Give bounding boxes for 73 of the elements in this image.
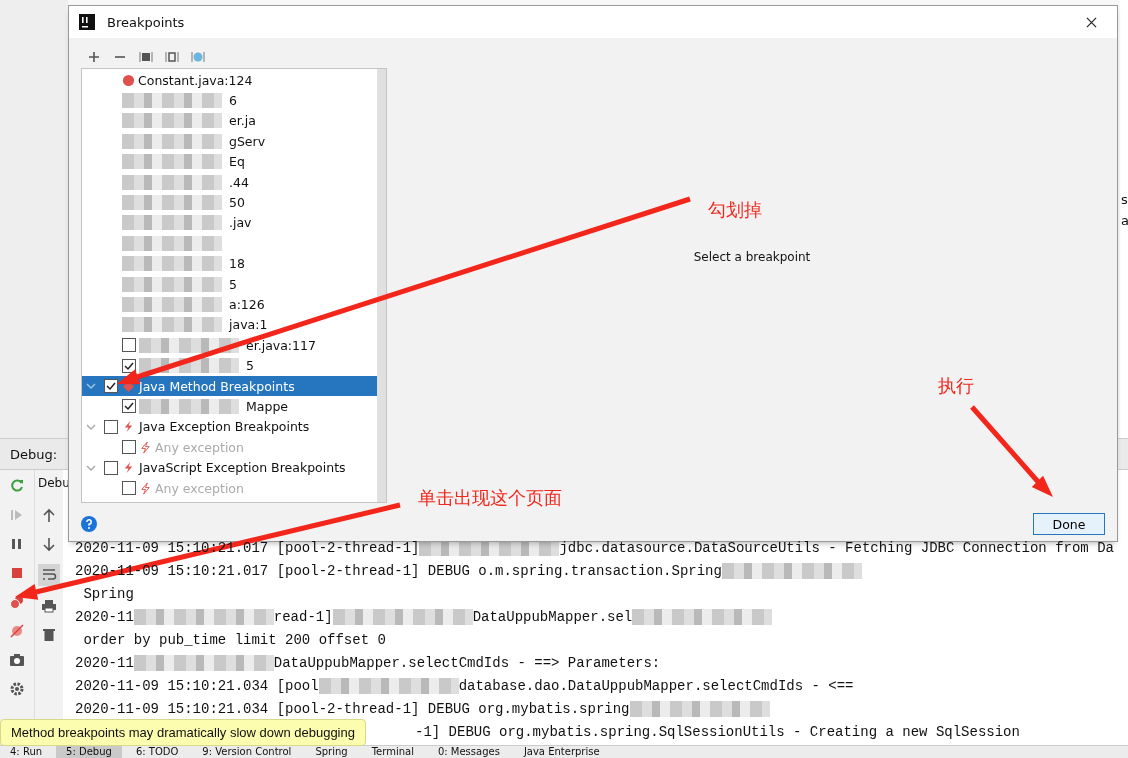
scrollbar[interactable] [377,69,386,502]
log-text: Spring [82,585,134,602]
tool-window-tab[interactable]: 5: Debug [56,746,122,758]
log-text: 2020-11 [75,654,134,671]
tool-window-tab[interactable]: Spring [305,746,358,758]
breakpoint-label[interactable]: er.java:117 [246,337,316,353]
breakpoint-label[interactable]: 6 [229,93,237,109]
annotation-text: 执行 [938,374,974,398]
chevron-icon[interactable] [86,381,96,392]
camera-icon[interactable] [9,652,25,668]
log-text: DataUppubMapper.sel [472,608,633,625]
text-fragment: s [1121,192,1128,207]
checkbox[interactable] [104,379,118,394]
breakpoint-label[interactable]: gServ [229,133,266,149]
checkbox[interactable] [122,358,136,373]
text-fragment: a [1121,213,1128,228]
rerun-icon[interactable] [9,478,25,494]
breakpoint-label[interactable]: .44 [229,174,249,190]
stop-icon[interactable] [9,565,25,581]
help-icon[interactable] [81,516,97,532]
folder-icon[interactable] [139,50,153,64]
tool-window-tab[interactable]: 9: Version Control [192,746,302,758]
debug-label: Debug: [10,446,58,462]
breakpoints-icon[interactable] [9,594,25,610]
dialog-title: Breakpoints [107,14,185,30]
log-text: 2020-11-09 15:10:21.034 [pool [75,677,319,694]
log-text: order by pub_time limit 200 offset 0 [82,631,386,648]
breakpoint-label[interactable]: Mappe [246,398,288,414]
breakpoint-label[interactable]: Constant.java:124 [138,72,253,88]
trash-icon[interactable] [41,626,57,642]
log-text: database.dao.DataUppubMapper.selectCmdIds - <== [458,677,854,694]
annotation-text: 勾划掉 [708,198,762,222]
breakpoint-label[interactable]: 18 [229,256,245,272]
tool-window-tab[interactable]: 0: Messages [427,746,510,758]
close-icon[interactable] [1086,16,1097,28]
breakpoint-label[interactable]: Eq [229,154,245,170]
empty-hint: Select a breakpoint [693,249,811,264]
breakpoint-label[interactable]: a:126 [229,297,265,312]
file-icon[interactable] [165,50,179,64]
checkbox[interactable] [104,460,118,475]
breakpoint-label[interactable]: 50 [229,195,245,211]
tree-row[interactable]: Java Method Breakpoints [82,375,377,397]
settings-icon[interactable] [9,681,25,697]
tool-window-tab[interactable]: Terminal [361,746,424,758]
up-arrow-icon[interactable] [41,508,57,524]
log-text: 2020-11-09 15:10:21.034 [pool-2-thread-1] DEBUG org.mybatis.spring [75,700,630,717]
down-arrow-icon[interactable] [41,536,57,552]
breakpoint-label[interactable]: 5 [229,276,237,292]
log-text: DataUppubMapper.selectCmdIds - ==> Parameters: [273,654,661,671]
log-text: -1] DEBUG org.mybatis.spring.SqlSessionUtils - Creating a new SqlSession [415,723,1020,740]
log-text: jdbc.datasource.DataSourceUtils - Fetching JDBC Connection from Da [559,539,1114,556]
tool-window-tab[interactable]: 6: TODO [125,746,189,758]
app-logo-icon [79,14,95,30]
checkbox[interactable] [104,419,118,434]
done-button[interactable]: Done [1033,513,1105,535]
breakpoint-label[interactable]: java:1 [229,317,268,333]
tree-row[interactable]: JavaScript Exception Breakpoints [82,457,377,478]
checkbox[interactable] [122,399,136,414]
breakpoint-label[interactable]: er.ja [229,113,256,129]
soft-wrap-icon[interactable] [38,564,60,586]
log-text: 2020-11 [75,608,134,625]
log-text: read-1] [273,608,333,625]
tool-window-tab[interactable]: Java Enterprise [513,746,610,758]
annotation-text: 单击出现这个页面 [418,486,562,510]
mute-breakpoints-icon[interactable] [9,623,25,639]
breakpoint-label[interactable]: 5 [246,358,254,374]
print-icon[interactable] [41,598,57,614]
tree-row[interactable]: Java Exception Breakpoints [82,416,377,438]
breakpoint-label[interactable]: .jav [229,215,252,231]
tool-window-tab[interactable]: 4: Run [0,746,53,758]
tooltip: Method breakpoints may dramatically slow down debugging [0,719,366,746]
add-icon[interactable] [87,50,101,64]
checkbox[interactable] [122,338,136,353]
